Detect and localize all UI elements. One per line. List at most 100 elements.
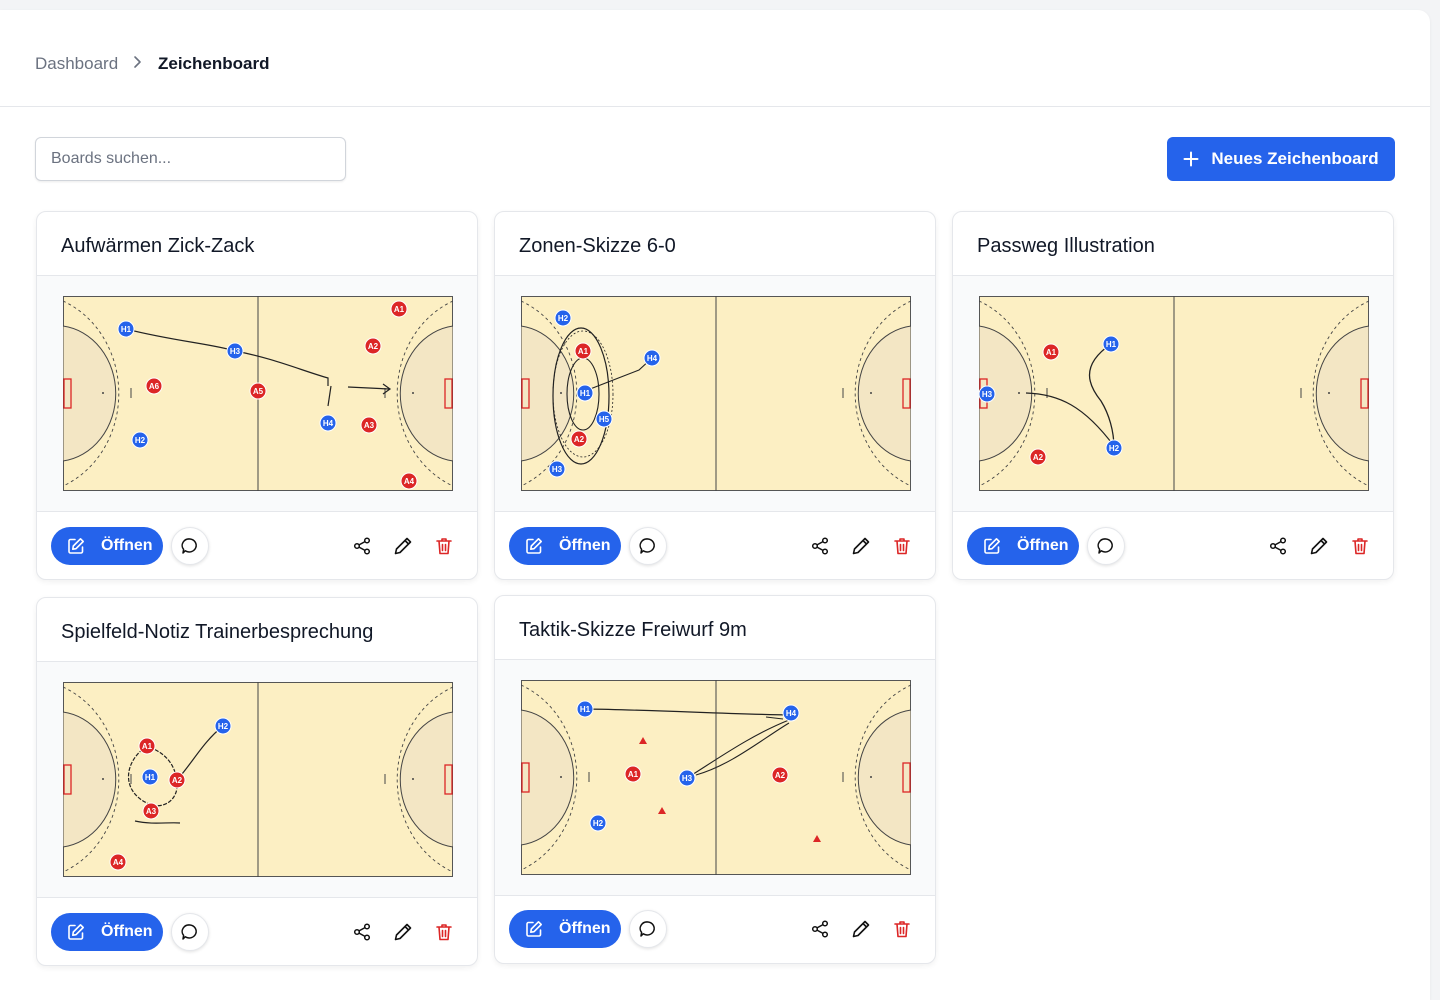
player-label: A3 bbox=[146, 807, 157, 816]
player-label: H1 bbox=[145, 773, 156, 782]
chat-bubble-icon bbox=[639, 921, 655, 937]
comment-button[interactable] bbox=[171, 913, 209, 951]
board-preview[interactable]: H1 H2 H3 H4 H5 A1 A2 bbox=[495, 276, 935, 512]
rename-button[interactable] bbox=[849, 534, 873, 558]
player-label: H2 bbox=[558, 314, 569, 323]
chat-bubble-icon bbox=[181, 924, 197, 940]
player-label: A1 bbox=[578, 347, 589, 356]
share-button[interactable] bbox=[808, 917, 832, 941]
board-title: Passweg Illustration bbox=[977, 235, 1155, 257]
player-label: H2 bbox=[1109, 444, 1120, 453]
player-label: A1 bbox=[1046, 348, 1057, 357]
edit-square-icon bbox=[526, 538, 542, 554]
comment-button[interactable] bbox=[629, 910, 667, 948]
open-board-button[interactable]: Öffnen bbox=[509, 910, 621, 948]
board-card: Taktik-Skizze Freiwurf 9m H1 H2 H3 H4 A1… bbox=[494, 595, 936, 964]
edit-square-icon bbox=[68, 538, 84, 554]
pencil-icon bbox=[394, 923, 412, 941]
board-card: Spielfeld-Notiz Trainerbesprechung H1 H2… bbox=[36, 597, 478, 966]
player-label: H2 bbox=[593, 819, 604, 828]
trash-icon bbox=[436, 924, 452, 941]
board-preview[interactable]: H1 H2 H3 A1 A2 bbox=[953, 276, 1393, 512]
board-preview[interactable]: H1 H2 H3 H4 A1 A2 A3 A4 A5 A6 bbox=[37, 276, 477, 512]
player-label: A1 bbox=[628, 770, 639, 779]
player-label: A2 bbox=[775, 771, 786, 780]
new-board-button[interactable]: Neues Zeichenboard bbox=[1167, 137, 1395, 181]
edit-square-icon bbox=[526, 921, 542, 937]
rename-button[interactable] bbox=[849, 917, 873, 941]
player-label: H2 bbox=[218, 722, 229, 731]
chevron-right-icon bbox=[131, 53, 145, 76]
delete-button[interactable] bbox=[890, 917, 914, 941]
edit-square-icon bbox=[984, 538, 1000, 554]
open-label: Öffnen bbox=[101, 537, 153, 554]
pencil-icon bbox=[394, 537, 412, 555]
breadcrumb-dashboard[interactable]: Dashboard bbox=[35, 54, 118, 74]
share-icon bbox=[1269, 537, 1287, 555]
comment-button[interactable] bbox=[1087, 527, 1125, 565]
edit-square-icon bbox=[68, 924, 84, 940]
open-board-button[interactable]: Öffnen bbox=[967, 527, 1079, 565]
delete-button[interactable] bbox=[890, 534, 914, 558]
comment-button[interactable] bbox=[171, 527, 209, 565]
player-label: A1 bbox=[394, 305, 405, 314]
trash-icon bbox=[436, 538, 452, 555]
comment-button[interactable] bbox=[629, 527, 667, 565]
board-title: Zonen-Skizze 6-0 bbox=[519, 235, 676, 257]
court-sketch: H1 H2 H3 H4 A1 A2 A3 A4 A5 A6 bbox=[63, 296, 453, 491]
trash-icon bbox=[1352, 538, 1368, 555]
trash-icon bbox=[894, 921, 910, 938]
player-label: H3 bbox=[230, 347, 241, 356]
player-label: H3 bbox=[982, 390, 993, 399]
player-label: H3 bbox=[682, 774, 693, 783]
chat-bubble-icon bbox=[181, 538, 197, 554]
share-icon bbox=[811, 537, 829, 555]
player-label: A5 bbox=[253, 387, 264, 396]
chat-bubble-icon bbox=[1097, 538, 1113, 554]
player-label: H1 bbox=[121, 325, 132, 334]
board-title: Aufwärmen Zick-Zack bbox=[61, 235, 255, 257]
player-label: A2 bbox=[172, 776, 183, 785]
delete-button[interactable] bbox=[1348, 534, 1372, 558]
main-panel: Dashboard Zeichenboard Neues Zeichenboar… bbox=[0, 10, 1430, 1000]
player-label: H4 bbox=[647, 354, 658, 363]
player-label: A6 bbox=[149, 382, 160, 391]
court-sketch: H1 H2 A1 A2 A3 A4 bbox=[63, 682, 453, 877]
player-label: A4 bbox=[113, 858, 124, 867]
open-board-button[interactable]: Öffnen bbox=[509, 527, 621, 565]
open-label: Öffnen bbox=[101, 923, 153, 940]
board-title: Taktik-Skizze Freiwurf 9m bbox=[519, 619, 747, 641]
delete-button[interactable] bbox=[432, 534, 456, 558]
board-card: Passweg Illustration H1 H2 H3 A1 A2 Öffn… bbox=[952, 211, 1394, 580]
page-header: Dashboard Zeichenboard bbox=[0, 10, 1430, 107]
share-button[interactable] bbox=[808, 534, 832, 558]
open-label: Öffnen bbox=[1017, 537, 1069, 554]
rename-button[interactable] bbox=[391, 534, 415, 558]
delete-button[interactable] bbox=[432, 920, 456, 944]
open-label: Öffnen bbox=[559, 537, 611, 554]
board-preview[interactable]: H1 H2 H3 H4 A1 A2 bbox=[495, 660, 935, 896]
rename-button[interactable] bbox=[1307, 534, 1331, 558]
pencil-icon bbox=[852, 537, 870, 555]
open-board-button[interactable]: Öffnen bbox=[51, 913, 163, 951]
share-button[interactable] bbox=[350, 920, 374, 944]
share-icon bbox=[353, 923, 371, 941]
player-label: H1 bbox=[580, 705, 591, 714]
player-label: H1 bbox=[580, 389, 591, 398]
board-search-input[interactable] bbox=[35, 137, 346, 181]
player-label: H3 bbox=[552, 465, 563, 474]
pencil-icon bbox=[852, 920, 870, 938]
player-label: A4 bbox=[404, 477, 415, 486]
player-label: H1 bbox=[1106, 340, 1117, 349]
open-board-button[interactable]: Öffnen bbox=[51, 527, 163, 565]
player-label: A2 bbox=[1033, 453, 1044, 462]
player-label: H2 bbox=[135, 436, 146, 445]
chat-bubble-icon bbox=[639, 538, 655, 554]
player-label: H5 bbox=[599, 415, 610, 424]
trash-icon bbox=[894, 538, 910, 555]
rename-button[interactable] bbox=[391, 920, 415, 944]
board-preview[interactable]: H1 H2 A1 A2 A3 A4 bbox=[37, 662, 477, 898]
share-button[interactable] bbox=[350, 534, 374, 558]
share-button[interactable] bbox=[1266, 534, 1290, 558]
board-card: Aufwärmen Zick-Zack H1 H2 H3 H4 A1 A2 A3… bbox=[36, 211, 478, 580]
